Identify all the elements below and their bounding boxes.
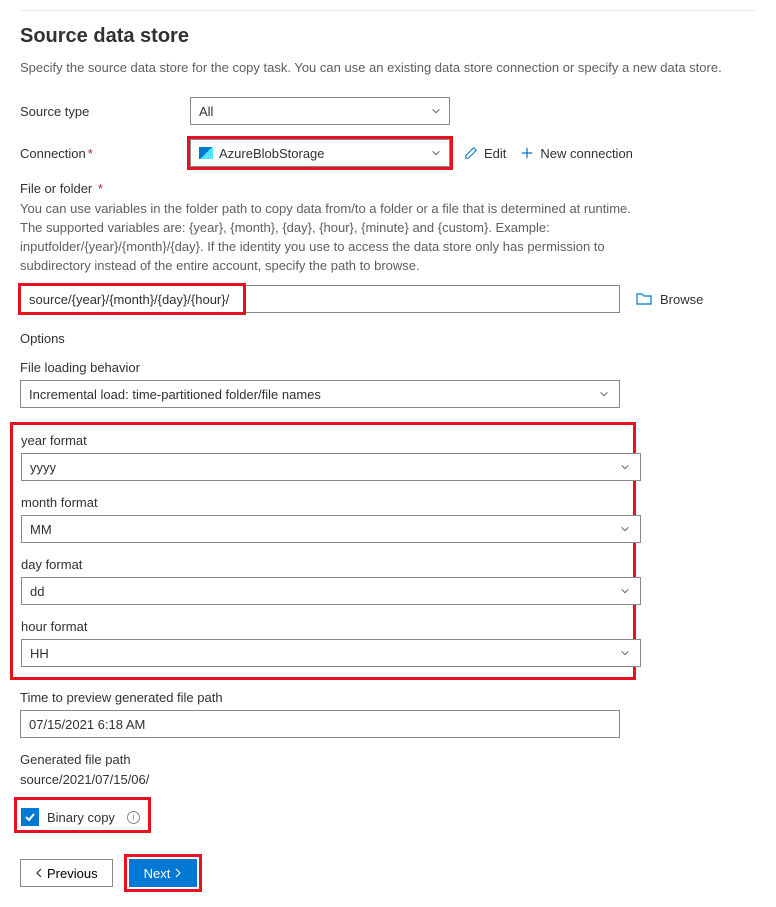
- year-format-label: year format: [21, 433, 625, 448]
- hour-format-label: hour format: [21, 619, 625, 634]
- pencil-icon: [464, 146, 478, 160]
- file-folder-input[interactable]: source/{year}/{month}/{day}/{hour}/: [20, 285, 620, 313]
- binary-copy-checkbox[interactable]: [21, 808, 39, 826]
- preview-time-value: 07/15/2021 6:18 AM: [29, 717, 145, 732]
- file-folder-help: You can use variables in the folder path…: [20, 200, 640, 275]
- connection-value: AzureBlobStorage: [219, 146, 325, 161]
- chevron-down-icon: [431, 106, 441, 116]
- chevron-down-icon: [620, 586, 630, 596]
- previous-button[interactable]: Previous: [20, 859, 113, 887]
- chevron-down-icon: [620, 524, 630, 534]
- month-format-select[interactable]: MM: [21, 515, 641, 543]
- plus-icon: [520, 146, 534, 160]
- folder-icon: [636, 292, 652, 306]
- day-format-value: dd: [30, 584, 44, 599]
- file-loading-behavior-label: File loading behavior: [20, 360, 756, 375]
- chevron-left-icon: [35, 868, 43, 878]
- top-divider: [20, 10, 756, 11]
- day-format-select[interactable]: dd: [21, 577, 641, 605]
- hour-format-select[interactable]: HH: [21, 639, 641, 667]
- page-subtitle: Specify the source data store for the co…: [20, 60, 756, 75]
- edit-connection-button[interactable]: Edit: [464, 146, 506, 161]
- month-format-label: month format: [21, 495, 625, 510]
- connection-label: Connection*: [20, 146, 190, 161]
- month-format-value: MM: [30, 522, 52, 537]
- page-title: Source data store: [20, 25, 756, 48]
- source-type-label: Source type: [20, 104, 190, 119]
- generated-path-value: source/2021/07/15/06/: [20, 772, 756, 787]
- chevron-down-icon: [620, 648, 630, 658]
- year-format-select[interactable]: yyyy: [21, 453, 641, 481]
- chevron-down-icon: [431, 148, 441, 158]
- preview-time-label: Time to preview generated file path: [20, 690, 756, 705]
- binary-copy-highlight: Binary copy i: [14, 797, 151, 833]
- chevron-down-icon: [620, 462, 630, 472]
- preview-time-input[interactable]: 07/15/2021 6:18 AM: [20, 710, 620, 738]
- info-icon[interactable]: i: [127, 811, 140, 824]
- source-type-value: All: [199, 104, 213, 119]
- connection-select[interactable]: AzureBlobStorage: [190, 139, 450, 167]
- azure-blob-icon: [199, 147, 213, 159]
- file-loading-behavior-select[interactable]: Incremental load: time-partitioned folde…: [20, 380, 620, 408]
- year-format-value: yyyy: [30, 460, 56, 475]
- binary-copy-label: Binary copy: [47, 810, 115, 825]
- next-button[interactable]: Next: [129, 859, 198, 887]
- file-folder-value: source/{year}/{month}/{day}/{hour}/: [29, 292, 229, 307]
- source-type-select[interactable]: All: [190, 97, 450, 125]
- hour-format-value: HH: [30, 646, 49, 661]
- options-heading: Options: [20, 331, 756, 346]
- file-folder-label: File or folder *: [20, 181, 756, 196]
- new-connection-button[interactable]: New connection: [520, 146, 633, 161]
- browse-button[interactable]: Browse: [636, 292, 703, 307]
- day-format-label: day format: [21, 557, 625, 572]
- file-loading-behavior-value: Incremental load: time-partitioned folde…: [29, 387, 321, 402]
- generated-path-label: Generated file path: [20, 752, 756, 767]
- chevron-right-icon: [174, 868, 182, 878]
- format-group-highlight: year format yyyy month format MM day for…: [10, 422, 636, 680]
- chevron-down-icon: [599, 389, 609, 399]
- check-icon: [24, 811, 36, 823]
